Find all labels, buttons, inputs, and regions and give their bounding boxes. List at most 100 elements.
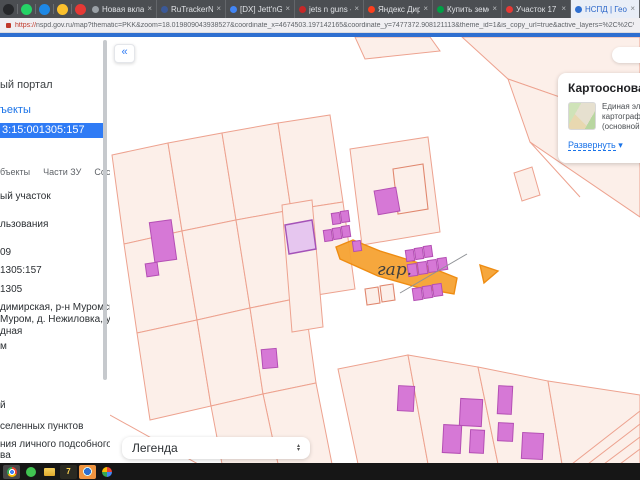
- pinned-separator: [53, 4, 54, 14]
- whatsapp-pinned-icon[interactable]: [21, 3, 32, 15]
- tab-close-icon[interactable]: ×: [630, 5, 635, 13]
- tab-favicon: [161, 5, 168, 13]
- map-building-outline[interactable]: [379, 283, 396, 303]
- map-label-garages: гар.: [377, 260, 412, 280]
- objects-link[interactable]: ъекты: [0, 104, 31, 116]
- browser-tab[interactable]: Купить земел...×: [433, 0, 502, 18]
- youtube-pinned-icon[interactable]: [75, 3, 86, 15]
- browser-tab-active[interactable]: НСПД | Геоин...×: [571, 0, 640, 18]
- chrome-icon-glyph: [6, 466, 17, 477]
- basemap-card: Картооснова Единая элек картографич (осн…: [558, 73, 640, 163]
- map-building[interactable]: [422, 244, 434, 259]
- map-building[interactable]: [520, 431, 545, 461]
- map-building[interactable]: [431, 282, 444, 298]
- terminal-icon[interactable]: 7: [60, 464, 77, 479]
- url-scheme: https://: [15, 21, 37, 29]
- map-building-outline[interactable]: [364, 286, 381, 306]
- map-building[interactable]: [322, 228, 334, 243]
- browser-menu-icon[interactable]: [3, 3, 14, 15]
- map-building[interactable]: [421, 284, 434, 300]
- tab-favicon: [368, 5, 375, 13]
- map-building[interactable]: [144, 261, 160, 278]
- field-cad-number: 1305:157: [0, 265, 42, 276]
- tab-favicon: [437, 5, 444, 13]
- map-building[interactable]: [426, 258, 439, 274]
- field-usage-label: льзования: [0, 219, 49, 230]
- tab-close-icon[interactable]: ×: [561, 5, 566, 13]
- tab-title: Участок 17 со...: [516, 4, 558, 14]
- field-permitted-use-line2: ва: [0, 450, 11, 461]
- photos-icon[interactable]: [98, 465, 115, 479]
- browser-tabs: Новая вкладка×RuTrackerNet :×[DX] Jett'n…: [88, 0, 640, 18]
- map-building[interactable]: [373, 186, 401, 216]
- map-parcel[interactable]: [513, 166, 541, 202]
- map-building[interactable]: [330, 211, 342, 226]
- mail-app-pinned-icon[interactable]: [39, 3, 50, 15]
- map-building[interactable]: [411, 286, 424, 302]
- map-parcel[interactable]: [354, 37, 441, 60]
- basemap-thumbnail[interactable]: [568, 102, 596, 130]
- browser-tab[interactable]: jets n guns - П...×: [295, 0, 364, 18]
- tab-favicon: [92, 5, 99, 13]
- field-permitted-use-line1: ния личного подсобного: [0, 439, 111, 450]
- browser-tab[interactable]: Яндекс Дирек...×: [364, 0, 433, 18]
- url-bar[interactable]: https://nspd.gov.ru/map?thematic=PKK&zoo…: [0, 18, 640, 33]
- portal-title: ый портал: [0, 79, 53, 91]
- browser-tab[interactable]: Участок 17 со...×: [502, 0, 571, 18]
- map-selected-parcel[interactable]: [479, 263, 500, 285]
- files-icon-glyph: [44, 467, 55, 476]
- map-building[interactable]: [340, 224, 352, 239]
- tab-close-icon[interactable]: ×: [216, 5, 221, 13]
- object-card-sidebar: ый портал ъекты 3:15:001305:157 бъекты Ч…: [0, 37, 111, 463]
- legend-label: Легенда: [132, 441, 178, 455]
- tab-title: Новая вкладка: [102, 4, 145, 14]
- browser-tab[interactable]: [DX] Jett'nGu...×: [226, 0, 295, 18]
- map-building[interactable]: [260, 347, 279, 370]
- url-text[interactable]: https://nspd.gov.ru/map?thematic=PKK&zoo…: [15, 22, 634, 29]
- tab-close-icon[interactable]: ×: [285, 5, 290, 13]
- map-building[interactable]: [413, 246, 425, 261]
- map-building[interactable]: [441, 424, 463, 454]
- field-object-type: ый участок: [0, 191, 51, 202]
- map-building[interactable]: [458, 397, 484, 428]
- tab-favicon: [299, 5, 306, 13]
- sidebar-collapse-button[interactable]: «: [114, 44, 135, 63]
- mail-icon-glyph: [83, 467, 92, 476]
- browser-tab[interactable]: RuTrackerNet :×: [157, 0, 226, 18]
- basemap-expand-link[interactable]: Развернуть ▾: [568, 140, 640, 151]
- map-canvas[interactable]: гар. « Картооснова Единая элек картограф…: [110, 37, 640, 463]
- mail-icon[interactable]: [79, 464, 96, 479]
- object-card-tabs: бъекты Части ЗУ Сост ›: [0, 165, 110, 179]
- cadastral-number-selected[interactable]: 3:15:001305:157: [0, 123, 107, 138]
- google-app-pinned-icon[interactable]: [57, 3, 68, 15]
- map-building[interactable]: [497, 422, 514, 442]
- map-building[interactable]: [496, 385, 514, 415]
- legend-bar[interactable]: Легенда ▴ ▾: [122, 437, 310, 459]
- screen: Новая вкладка×RuTrackerNet :×[DX] Jett'n…: [0, 0, 640, 480]
- map-building[interactable]: [339, 209, 351, 224]
- pinned-separator: [35, 4, 36, 14]
- map-parcel-violet[interactable]: [284, 219, 317, 255]
- field-area: м: [0, 341, 7, 352]
- tab-favicon: [506, 5, 513, 13]
- map-building[interactable]: [396, 385, 416, 412]
- tab-close-icon[interactable]: ×: [423, 5, 428, 13]
- tab-parts-zu[interactable]: Части ЗУ: [43, 167, 81, 177]
- tab-favicon: [230, 5, 237, 13]
- legend-expand-icon[interactable]: ▴ ▾: [297, 443, 300, 453]
- sidebar-scrollbar[interactable]: [103, 40, 107, 380]
- map-building[interactable]: [416, 260, 429, 276]
- map-building[interactable]: [468, 429, 486, 454]
- tab-close-icon[interactable]: ×: [147, 5, 152, 13]
- map-toolbar-cut[interactable]: [612, 47, 640, 63]
- chrome-icon[interactable]: [3, 464, 20, 479]
- browser-tabstrip: Новая вкладка×RuTrackerNet :×[DX] Jett'n…: [0, 0, 640, 18]
- whatsapp-icon[interactable]: [22, 465, 39, 479]
- tab-close-icon[interactable]: ×: [492, 5, 497, 13]
- tab-objects[interactable]: бъекты: [0, 167, 30, 177]
- map-building[interactable]: [331, 226, 343, 241]
- tab-close-icon[interactable]: ×: [354, 5, 359, 13]
- files-icon[interactable]: [41, 465, 58, 479]
- browser-tab[interactable]: Новая вкладка×: [88, 0, 157, 18]
- map-building[interactable]: [351, 239, 363, 253]
